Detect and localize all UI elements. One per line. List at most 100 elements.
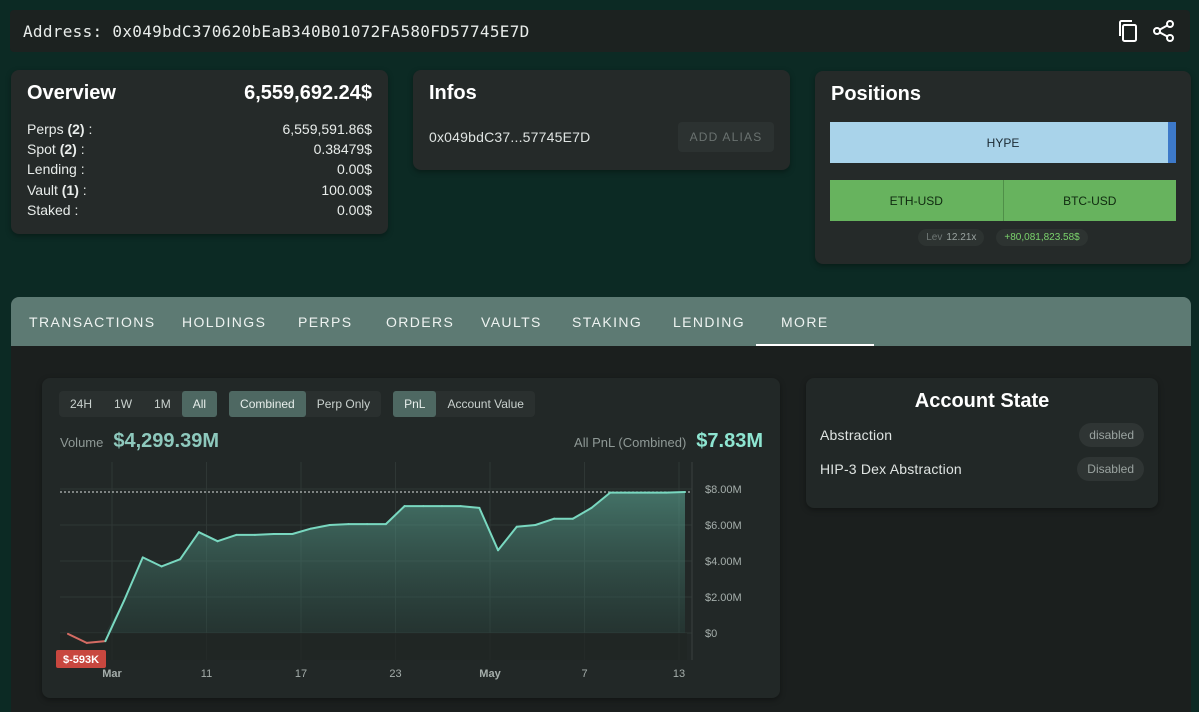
mode-combined-button[interactable]: Combined [229, 391, 306, 417]
pnl-chart-card: $8.00M $6.00M $4.00M $2.00M $0 Mar 11 17 23 May 7 1… [42, 378, 780, 698]
perp-positions-row: ETH-USD BTC-USD [830, 180, 1176, 221]
account-state-title: Account State [914, 390, 1050, 412]
hip3-row: HIP-3 Dex Abstraction Disabled [820, 457, 1144, 481]
range-all-button[interactable]: All [181, 391, 218, 417]
hip3-label: HIP-3 Dex Abstraction [820, 461, 962, 477]
positions-meta: Lev 12.21x +80,081,823.58$ [815, 229, 1191, 246]
min-marker-label: $-593K [63, 654, 99, 666]
positions-title: Positions [831, 83, 922, 105]
volume-label: Volume [60, 435, 104, 450]
volume-value: $4,299.39M [113, 430, 220, 452]
metric-pnl-button[interactable]: PnL [393, 391, 437, 417]
volume-stat: Volume $4,299.39M [60, 430, 219, 453]
overview-row: Perps (2) : 6,559,591.86$ [27, 119, 372, 139]
leverage-badge: Lev 12.21x [918, 229, 985, 246]
x-tick-label: 13 [673, 668, 685, 680]
overview-row-value: 6,559,591.86$ [282, 121, 372, 137]
share-icon[interactable] [1152, 19, 1176, 43]
tab-orders[interactable]: ORDERS [386, 297, 454, 346]
overview-row-value: 0.00$ [336, 201, 372, 218]
spot-position-edge [1168, 122, 1176, 163]
tab-perps[interactable]: PERPS [298, 297, 352, 346]
leverage-value: 12.21x [946, 232, 977, 243]
row-colon: : [84, 121, 93, 137]
y-tick-label: $2.00M [705, 592, 742, 604]
range-1w-button[interactable]: 1W [103, 391, 143, 417]
address-actions [1116, 19, 1176, 43]
pnl-area [68, 492, 685, 633]
overview-row: Vault (1) : 100.00$ [27, 180, 372, 200]
account-state-card: Account State Abstraction disabled HIP-3… [806, 378, 1158, 508]
tab-lending[interactable]: LENDING [673, 297, 745, 346]
overview-rows: Perps (2) : 6,559,591.86$ Spot (2) : 0.3847… [27, 119, 372, 220]
y-tick-label: $4.00M [705, 556, 742, 568]
address-text: Address: 0x049bdC370620bEaB340B01072FA58… [23, 21, 530, 41]
x-tick-label: 11 [201, 668, 212, 680]
overview-row: Spot (2) : 0.38479$ [27, 139, 372, 159]
spot-position-bar[interactable]: HYPE [830, 122, 1176, 163]
hip3-status-badge: Disabled [1077, 457, 1144, 481]
infos-title: Infos [429, 82, 477, 104]
row-count: (2) [67, 121, 85, 137]
overview-row-value: 0.38479$ [313, 141, 372, 158]
range-24h-button[interactable]: 24H [59, 391, 103, 417]
pnl-line-segment [328, 523, 350, 526]
overview-row-label: Vault (1) : [27, 180, 87, 200]
copy-icon[interactable] [1116, 19, 1140, 43]
row-count: (2) [59, 141, 77, 158]
positions-card: Positions HYPE ETH-USD BTC-USD Lev 12.21x… [815, 71, 1191, 264]
range-selector: 24H 1W 1M All [59, 391, 218, 417]
chart-filters: 24H 1W 1M All Combined Perp Only PnL Account … [59, 391, 535, 417]
abstraction-row: Abstraction disabled [820, 423, 1144, 447]
metric-selector: PnL Account Value [393, 391, 535, 417]
overview-row-label: Staked : [27, 200, 78, 220]
x-tick-label: 17 [295, 668, 307, 680]
pnl-chart: $8.00M $6.00M $4.00M $2.00M $0 Mar 11 17 23 May 7 1… [56, 462, 742, 680]
row-label-text: Staked [27, 201, 71, 218]
pnl-line-segment [253, 533, 275, 536]
perp-position-btc[interactable]: BTC-USD [1002, 180, 1176, 221]
y-tick-label: $0 [705, 628, 717, 640]
tab-staking[interactable]: STAKING [572, 297, 642, 346]
overview-row-label: Lending : [27, 159, 85, 179]
overview-title: Overview [27, 82, 116, 104]
row-label-text: Lending [27, 161, 77, 178]
tab-transactions[interactable]: TRANSACTIONS [29, 297, 155, 346]
row-label-text: Perps [27, 121, 64, 137]
short-address: 0x049bdC37...57745E7D [429, 129, 591, 145]
tab-holdings[interactable]: HOLDINGS [182, 297, 266, 346]
range-1m-button[interactable]: 1M [143, 391, 182, 417]
mode-perp-only-button[interactable]: Perp Only [306, 391, 381, 417]
row-count: (1) [61, 181, 79, 198]
overview-row: Staked : 0.00$ [27, 200, 372, 220]
overview-row-label: Spot (2) : [27, 139, 85, 159]
unrealized-pnl-badge: +80,081,823.58$ [996, 229, 1088, 246]
row-colon: : [76, 161, 85, 178]
add-alias-button[interactable]: ADD ALIAS [678, 122, 774, 152]
overview-total: 6,559,692.24$ [244, 82, 372, 104]
negative-zone [60, 633, 687, 660]
perp-position-eth[interactable]: ETH-USD [830, 180, 1003, 221]
address-bar: Address: 0x049bdC370620bEaB340B01072FA58… [10, 10, 1190, 52]
abstraction-status-badge: disabled [1079, 423, 1144, 447]
tab-more[interactable]: MORE [756, 297, 873, 346]
tab-bar: TRANSACTIONS HOLDINGS PERPS ORDERS VAULTS STA… [11, 297, 1191, 346]
metric-account-value-button[interactable]: Account Value [436, 391, 535, 417]
min-value-marker: $-593K [56, 650, 106, 668]
pnl-stat: All PnL (Combined) $7.83M [574, 430, 763, 453]
x-tick-label: 7 [581, 668, 587, 680]
x-tick-label: May [479, 668, 501, 680]
x-tick-label: 23 [389, 668, 401, 680]
y-tick-label: $8.00M [705, 484, 742, 496]
overview-row-value: 100.00$ [321, 181, 372, 198]
leverage-label: Lev [926, 232, 943, 243]
row-colon: : [78, 181, 87, 198]
row-label-text: Spot [27, 141, 56, 158]
row-colon: : [76, 141, 85, 158]
tab-vaults[interactable]: VAULTS [481, 297, 542, 346]
y-tick-label: $6.00M [705, 520, 742, 532]
pnl-value: $7.83M [696, 430, 763, 452]
mode-selector: Combined Perp Only [229, 391, 382, 417]
infos-card: Infos 0x049bdC37...57745E7D ADD ALIAS [413, 70, 790, 170]
abstraction-label: Abstraction [820, 427, 893, 443]
